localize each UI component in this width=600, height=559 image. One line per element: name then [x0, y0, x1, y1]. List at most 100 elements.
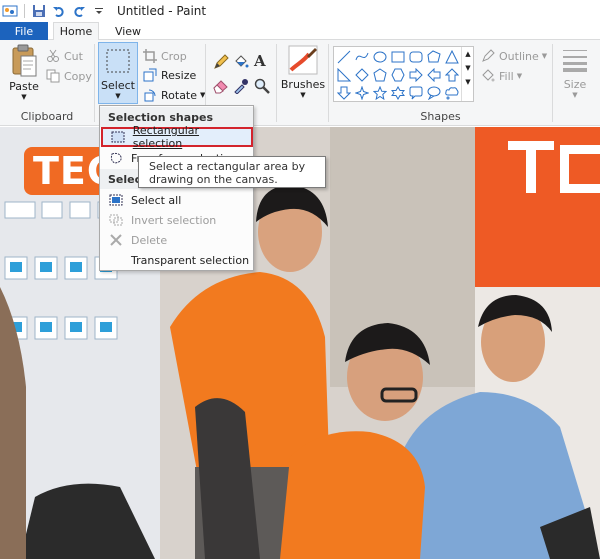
ribbon-separator — [552, 44, 553, 122]
undo-icon[interactable] — [49, 1, 69, 21]
select-icon — [106, 49, 130, 73]
clipboard-group-label: Clipboard — [20, 110, 74, 123]
eraser-icon[interactable] — [213, 78, 229, 94]
delete-label: Delete — [131, 233, 168, 247]
line-shape-icon[interactable] — [336, 49, 352, 65]
shapes-group-label: Shapes — [420, 110, 461, 123]
title-bar: Untitled - Paint — [0, 0, 600, 22]
fill-icon — [482, 69, 495, 82]
ribbon-tabs: File Home View — [0, 22, 600, 41]
line-size-icon — [563, 50, 587, 72]
paste-button[interactable]: Paste ▼ — [6, 44, 42, 101]
left-arrow-shape-icon[interactable] — [426, 67, 442, 83]
select-all-icon — [109, 194, 123, 206]
four-point-star-shape-icon[interactable] — [354, 85, 370, 101]
resize-button[interactable]: Resize — [143, 66, 196, 84]
oval-shape-icon[interactable] — [372, 49, 388, 65]
cloud-callout-shape-icon[interactable] — [444, 85, 460, 101]
customize-quick-access-icon[interactable] — [89, 1, 109, 21]
five-point-star-shape-icon[interactable] — [372, 85, 388, 101]
tooltip-line-1: Select a rectangular area by — [149, 160, 306, 173]
pentagon-shape-icon[interactable] — [372, 67, 388, 83]
scissors-icon — [47, 49, 59, 62]
brush-icon — [288, 45, 318, 75]
outline-icon — [482, 49, 495, 62]
invert-selection-item[interactable]: Invert selection — [101, 210, 253, 230]
copy-label: Copy — [64, 69, 92, 83]
crop-button[interactable]: Crop — [143, 47, 187, 65]
select-dropdown-icon[interactable]: ▼ — [115, 92, 120, 100]
transparent-selection-label: Transparent selection — [131, 253, 250, 267]
brushes-dropdown-icon[interactable]: ▼ — [300, 91, 305, 99]
rounded-callout-shape-icon[interactable] — [408, 85, 424, 101]
fill-button[interactable]: Fill ▼ — [481, 67, 522, 85]
shapes-gallery: ▲ ▼ ▼ — [333, 46, 474, 102]
hexagon-shape-icon[interactable] — [390, 67, 406, 83]
polygon-shape-icon[interactable] — [426, 49, 442, 65]
redo-icon[interactable] — [69, 1, 89, 21]
outline-button[interactable]: Outline ▼ — [481, 47, 547, 65]
rotate-button[interactable]: Rotate ▼ — [143, 86, 205, 104]
tab-home[interactable]: Home — [53, 22, 99, 41]
text-tool-icon[interactable]: A — [254, 52, 270, 70]
size-button[interactable]: Size ▼ — [557, 46, 593, 99]
tooltip-line-2: drawing on the canvas. — [149, 173, 278, 186]
scroll-down-icon[interactable]: ▼ — [462, 64, 474, 72]
paste-dropdown-icon[interactable]: ▼ — [21, 93, 26, 101]
up-arrow-shape-icon[interactable] — [444, 67, 460, 83]
six-point-star-shape-icon[interactable] — [390, 85, 406, 101]
select-label: Select — [101, 79, 135, 92]
outline-label: Outline — [499, 49, 539, 63]
brushes-button[interactable]: Brushes ▼ — [281, 44, 325, 99]
color-picker-icon[interactable] — [233, 78, 249, 95]
right-arrow-shape-icon[interactable] — [408, 67, 424, 83]
transparent-selection-item[interactable]: Transparent selection — [101, 250, 253, 270]
window-title: Untitled - Paint — [117, 4, 207, 18]
cut-label: Cut — [64, 49, 83, 63]
shapes-scrollbar[interactable]: ▲ ▼ ▼ — [461, 47, 474, 101]
rotate-icon — [144, 89, 156, 102]
save-icon[interactable] — [29, 1, 49, 21]
ribbon-separator — [276, 44, 277, 122]
resize-label: Resize — [161, 68, 197, 82]
clipboard-icon — [12, 44, 37, 77]
cut-button[interactable]: Cut — [46, 47, 83, 65]
tab-file[interactable]: File — [0, 22, 48, 40]
size-label: Size — [563, 78, 587, 91]
diamond-shape-icon[interactable] — [354, 67, 370, 83]
crop-icon — [143, 49, 157, 63]
drawing-canvas[interactable]: TEC — [0, 127, 600, 559]
more-shapes-icon[interactable]: ▼ — [462, 78, 474, 86]
fill-bucket-icon[interactable] — [233, 54, 249, 70]
oval-callout-shape-icon[interactable] — [426, 85, 442, 101]
select-dropdown-menu: Selection shapes Rectangular selection F… — [99, 105, 254, 271]
pencil-icon[interactable] — [213, 54, 229, 70]
size-dropdown-icon[interactable]: ▼ — [572, 91, 577, 99]
paste-label: Paste — [9, 80, 39, 93]
rectangular-selection-label: Rectangular selection — [132, 124, 200, 150]
rounded-rectangle-shape-icon[interactable] — [408, 49, 424, 65]
right-triangle-shape-icon[interactable] — [336, 67, 352, 83]
fill-label: Fill — [499, 69, 514, 83]
invert-selection-icon — [109, 214, 123, 226]
delete-item[interactable]: Delete — [101, 230, 253, 250]
freeform-selection-icon — [110, 152, 122, 164]
paint-app-icon[interactable] — [0, 1, 20, 21]
fill-dropdown-icon[interactable]: ▼ — [517, 72, 522, 80]
rectangle-shape-icon[interactable] — [390, 49, 406, 65]
curve-shape-icon[interactable] — [354, 49, 370, 65]
triangle-shape-icon[interactable] — [444, 49, 460, 65]
crop-label: Crop — [161, 49, 187, 63]
down-arrow-shape-icon[interactable] — [336, 85, 352, 101]
ribbon-separator — [94, 44, 95, 122]
magnifier-icon[interactable] — [254, 78, 270, 94]
delete-icon — [110, 234, 122, 246]
select-button[interactable]: Select ▼ — [98, 42, 138, 104]
rectangular-selection-item[interactable]: Rectangular selection — [101, 124, 253, 150]
scroll-up-icon[interactable]: ▲ — [462, 50, 474, 58]
outline-dropdown-icon[interactable]: ▼ — [542, 52, 547, 60]
select-all-item[interactable]: Select all — [101, 190, 253, 210]
resize-icon — [143, 68, 157, 82]
copy-button[interactable]: Copy — [46, 67, 92, 85]
tab-view[interactable]: View — [106, 22, 150, 40]
